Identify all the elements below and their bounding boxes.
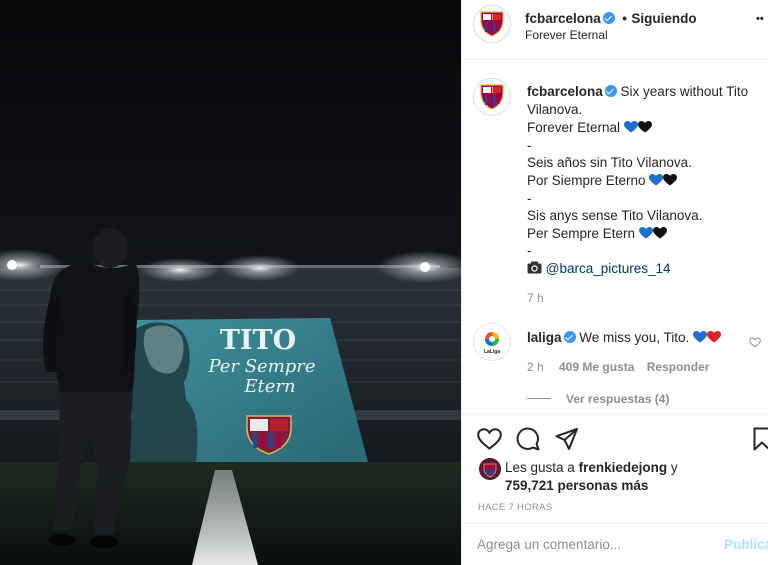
caption-text-line: Six years without Tito xyxy=(620,84,749,99)
caption-time[interactable]: 7 h xyxy=(527,291,544,305)
red-heart-icon xyxy=(707,331,722,343)
banner-title: TITO xyxy=(220,325,296,356)
verified-badge-icon xyxy=(563,331,576,343)
black-heart-icon xyxy=(637,121,652,133)
caption-username[interactable]: fcbarcelona xyxy=(527,84,603,99)
caption-text-line: - xyxy=(527,138,532,153)
publish-button[interactable]: Publicar xyxy=(724,537,768,552)
comment-like-heart-icon[interactable] xyxy=(749,337,761,348)
comment-text: We miss you, Tito. xyxy=(579,330,690,345)
liker-avatar-icon xyxy=(479,458,501,480)
liked-by-suffix: y xyxy=(670,460,678,475)
camera-icon xyxy=(527,261,542,274)
post-timestamp[interactable]: HACE 7 HORAS xyxy=(478,502,552,513)
action-bar xyxy=(462,414,768,464)
verified-badge-icon xyxy=(604,85,617,97)
caption-avatar[interactable] xyxy=(473,78,511,116)
liked-by-prefix: Les gusta a xyxy=(505,460,575,475)
share-plane-icon[interactable] xyxy=(555,427,579,451)
blue-heart-icon xyxy=(638,227,653,239)
like-heart-icon[interactable] xyxy=(477,428,502,450)
comment-input[interactable]: Agrega un comentario... xyxy=(477,537,621,552)
post-location[interactable]: Forever Eternal xyxy=(525,28,608,42)
tifo-banner: TITO Per Sempre Etern xyxy=(130,318,368,462)
liker-avatar[interactable] xyxy=(479,458,501,480)
blue-heart-icon xyxy=(623,121,638,133)
avatar[interactable] xyxy=(473,5,511,43)
post-image[interactable]: TITO Per Sempre Etern xyxy=(0,0,461,565)
caption-text-line: Por Siempre Eterno xyxy=(527,173,646,188)
more-options-icon[interactable]: •• xyxy=(756,13,764,25)
post-side-panel: fcbarcelona • Siguiendo Forever Eternal … xyxy=(461,0,768,565)
blue-heart-icon xyxy=(649,174,664,186)
caption-text-line: Vilanova. xyxy=(527,102,583,117)
caption-text-line: Sis anys sense Tito Vilanova. xyxy=(527,208,703,223)
banner-line-1: Per Sempre xyxy=(207,356,315,377)
caption-text-line: - xyxy=(527,191,532,206)
caption-text-line: Forever Eternal xyxy=(527,120,621,135)
replies-divider xyxy=(527,398,551,399)
black-heart-icon xyxy=(652,227,667,239)
add-comment-bar: Agrega un comentario... Publicar xyxy=(462,523,768,565)
comment-time[interactable]: 2 h xyxy=(527,360,544,374)
caption-text-line: Seis años sin Tito Vilanova. xyxy=(527,155,692,170)
fcb-crest-icon xyxy=(480,11,504,37)
comment-bubble-icon[interactable] xyxy=(516,427,540,451)
mention-link[interactable]: @barca_pictures_14 xyxy=(546,261,671,276)
liked-by-others[interactable]: 759,721 personas más xyxy=(505,478,648,493)
comment-avatar[interactable]: LaLiga xyxy=(473,323,511,361)
caption-text-line: Per Sempre Etern xyxy=(527,226,636,241)
caption-text-line: - xyxy=(527,243,532,258)
fcb-crest-icon xyxy=(480,84,504,110)
dot-separator: • xyxy=(622,11,627,26)
reply-button[interactable]: Responder xyxy=(647,360,710,374)
following-button[interactable]: Siguiendo xyxy=(631,11,696,26)
post-header: fcbarcelona • Siguiendo Forever Eternal … xyxy=(462,0,768,60)
blue-heart-icon xyxy=(693,331,708,343)
laliga-logo-text: LaLiga xyxy=(483,349,501,355)
comment-likes[interactable]: 409 Me gusta xyxy=(559,360,634,374)
header-username[interactable]: fcbarcelona xyxy=(525,11,601,26)
black-heart-icon xyxy=(663,174,678,186)
banner-line-2: Etern xyxy=(243,376,295,397)
save-bookmark-icon[interactable] xyxy=(753,427,768,451)
liked-by-user[interactable]: frenkiedejong xyxy=(579,460,668,475)
comment-username[interactable]: laliga xyxy=(527,330,562,345)
verified-badge-icon xyxy=(602,12,615,24)
view-replies-button[interactable]: Ver respuestas (4) xyxy=(566,392,669,406)
